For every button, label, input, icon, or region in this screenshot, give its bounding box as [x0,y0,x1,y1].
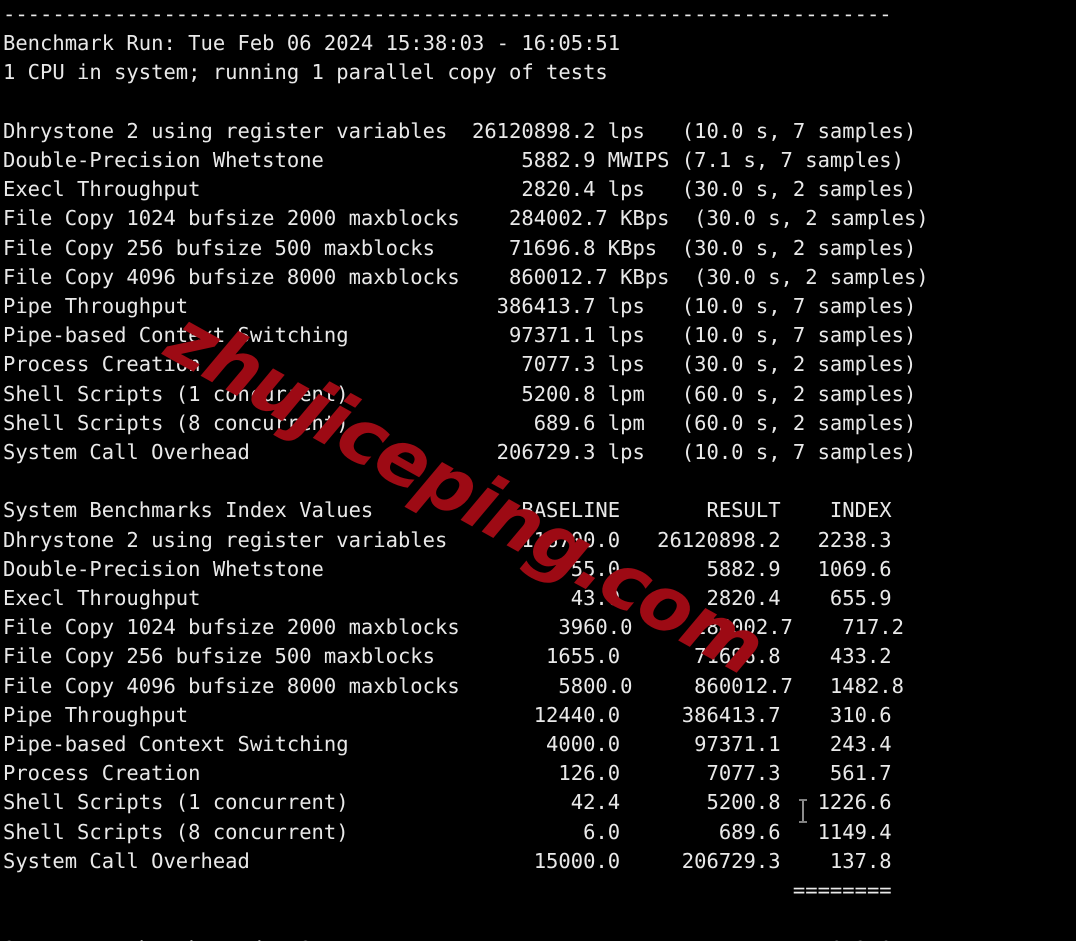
terminal-output: ----------------------------------------… [3,2,929,941]
terminal-window[interactable]: ----------------------------------------… [0,0,1076,941]
